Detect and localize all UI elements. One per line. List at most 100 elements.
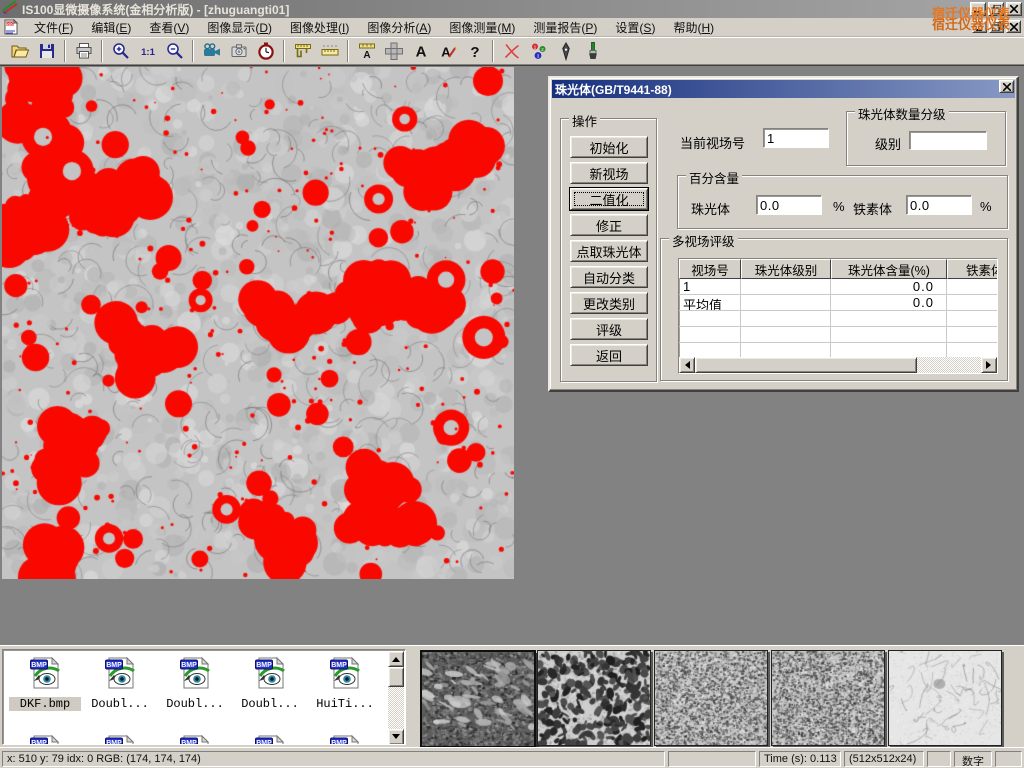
file-scroll-thumb[interactable]	[388, 667, 404, 687]
file-item[interactable]: BMP Doubl...	[234, 654, 306, 711]
ferrite-input[interactable]	[906, 195, 972, 215]
table-horizontal-scrollbar[interactable]	[679, 357, 997, 373]
menu-items: 文件(F)编辑(E)查看(V)图像显示(D)图像处理(I)图像分析(A)图像测量…	[25, 17, 723, 38]
op-button[interactable]: 自动分类	[570, 266, 648, 288]
dialog-close-button[interactable]	[999, 80, 1014, 93]
op-button[interactable]: 点取珠光体	[570, 240, 648, 262]
svg-text:A: A	[363, 50, 370, 61]
svg-text:BMP: BMP	[256, 662, 272, 669]
video-camera-button[interactable]	[198, 39, 225, 63]
table-row[interactable]: 平均值0.0	[679, 295, 997, 311]
sample-thumb-4[interactable]	[771, 650, 885, 746]
scroll-left-button[interactable]	[679, 357, 695, 373]
svg-text:BMP: BMP	[106, 662, 122, 669]
sample-thumb-5[interactable]	[888, 650, 1002, 746]
table-cell	[831, 327, 947, 343]
open-button[interactable]	[6, 39, 33, 63]
file-name: Doubl...	[159, 697, 231, 711]
table-row[interactable]	[679, 327, 997, 343]
file-scroll-down[interactable]	[388, 729, 404, 745]
menu-item[interactable]: 图像处理(I)	[281, 17, 358, 38]
bmp-file-icon: BMP	[28, 679, 62, 696]
print-button[interactable]	[70, 39, 97, 63]
ruler-button[interactable]	[316, 39, 343, 63]
file-item[interactable]: BMPDoubl...	[159, 654, 231, 711]
toolbar: 1:1AAA?123	[0, 37, 1024, 65]
current-field-input[interactable]	[763, 128, 829, 148]
menu-item[interactable]: 图像测量(M)	[440, 17, 524, 38]
op-button[interactable]: 返回	[570, 344, 648, 366]
file-item-partial[interactable]: BMP	[234, 732, 306, 745]
table-header[interactable]: 珠光体含量(%)	[831, 259, 947, 279]
menu-item[interactable]: 设置(S)	[606, 17, 664, 38]
text-tool-button[interactable]: A	[407, 39, 434, 63]
file-item[interactable]: BMPDoubl...	[84, 654, 156, 711]
op-button[interactable]: 新视场	[570, 162, 648, 184]
op-button[interactable]: 更改类别	[570, 292, 648, 314]
save-button[interactable]	[33, 39, 60, 63]
table-row[interactable]: 10.0	[679, 279, 997, 295]
annotate-button[interactable]: A	[434, 39, 461, 63]
grade-label: 级别	[875, 134, 901, 153]
table-header[interactable]: 视场号	[679, 259, 741, 279]
menu-item[interactable]: 帮助(H)	[664, 17, 723, 38]
mode-panel: 数字	[954, 751, 992, 767]
brush-tool-button[interactable]	[579, 39, 606, 63]
brush-tool-icon	[583, 41, 603, 61]
sample-thumb-1[interactable]	[420, 650, 536, 748]
zoom-out-button[interactable]	[161, 39, 188, 63]
file-item[interactable]: BMPHuiTi...	[309, 654, 381, 711]
grade-input[interactable]	[909, 131, 987, 150]
op-button[interactable]: 修正	[570, 214, 648, 236]
menu-item[interactable]: 图像显示(D)	[198, 17, 281, 38]
actual-size-button[interactable]: 1:1	[134, 39, 161, 63]
file-item[interactable]: BMPDKF.bmp	[9, 654, 81, 711]
table-header[interactable]: 珠光体级别	[741, 259, 831, 279]
grid-tool-button[interactable]	[380, 39, 407, 63]
pearlite-input[interactable]	[756, 195, 822, 215]
classify-tool-button[interactable]: 123	[525, 39, 552, 63]
timer-icon	[256, 41, 276, 61]
file-item-partial[interactable]: BMP	[84, 732, 156, 745]
table-cell	[947, 279, 998, 295]
file-item-partial[interactable]: BMP	[9, 732, 81, 745]
table-row[interactable]	[679, 311, 997, 327]
scrollbar-track[interactable]	[917, 357, 981, 373]
sample-thumb-3[interactable]	[654, 650, 768, 746]
zoom-in-button[interactable]	[107, 39, 134, 63]
svg-text:A: A	[415, 44, 426, 61]
menu-item[interactable]: 文件(F)	[25, 17, 82, 38]
curve-tool-button[interactable]	[498, 39, 525, 63]
scrollbar-thumb[interactable]	[695, 357, 917, 373]
pen-tool-button[interactable]	[552, 39, 579, 63]
menu-item[interactable]: 编辑(E)	[82, 17, 140, 38]
file-name: Doubl...	[234, 697, 306, 711]
menu-item[interactable]: 查看(V)	[140, 17, 198, 38]
file-scrollbar[interactable]	[388, 651, 404, 745]
measure-text-button[interactable]: A	[353, 39, 380, 63]
table-cell	[679, 327, 741, 343]
file-scroll-up[interactable]	[388, 651, 404, 667]
op-button[interactable]: 评级	[570, 318, 648, 340]
op-button[interactable]: 初始化	[570, 136, 648, 158]
zoom-out-icon	[165, 41, 185, 61]
file-item-partial[interactable]: BMP	[309, 732, 381, 745]
snapshot-icon	[229, 41, 249, 61]
menu-item[interactable]: 图像分析(A)	[358, 17, 440, 38]
document-icon[interactable]: DOC	[3, 19, 19, 35]
micrograph-canvas[interactable]	[2, 67, 514, 579]
help-button[interactable]: ?	[461, 39, 488, 63]
multi-field-group: 多视场评级 视场号珠光体级别珠光体含量(%)铁素体含量(%)10.0平均值0.0	[660, 238, 1008, 381]
caliper-button[interactable]	[289, 39, 316, 63]
file-item-partial[interactable]: BMP	[159, 732, 231, 745]
op-button[interactable]: 二值化	[570, 188, 648, 210]
file-scroll-track[interactable]	[388, 687, 404, 729]
sample-thumb-2[interactable]	[537, 650, 651, 746]
file-browser: BMPDKF.bmpBMPDoubl...BMPDoubl...BMPDoubl…	[2, 649, 406, 745]
menu-item[interactable]: 测量报告(P)	[524, 17, 606, 38]
scroll-right-button[interactable]	[981, 357, 997, 373]
snapshot-button[interactable]	[225, 39, 252, 63]
timer-button[interactable]	[252, 39, 279, 63]
toolbar-separator	[347, 40, 349, 62]
table-header[interactable]: 铁素体含量(%)	[947, 259, 998, 279]
